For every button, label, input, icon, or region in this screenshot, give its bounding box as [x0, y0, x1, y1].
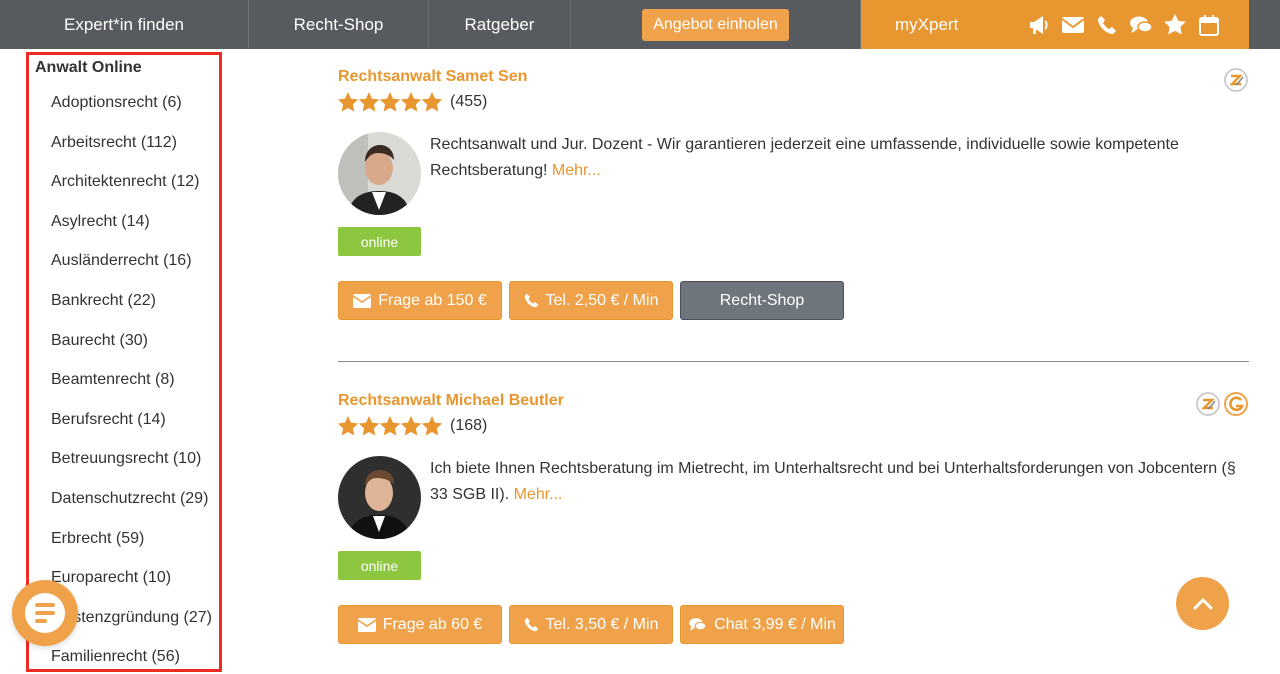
badge-group	[1224, 68, 1248, 92]
chat-label: Chat 3,99 € / Min	[714, 615, 836, 633]
rating-row: (455)	[338, 91, 1248, 113]
lawyer-avatar[interactable]	[338, 132, 421, 215]
nav-expert-finden[interactable]: Expert*in finden	[0, 0, 249, 49]
sidebar-item-familienrecht[interactable]: Familienrecht (56)	[51, 648, 212, 669]
phone-call-button[interactable]: Tel. 2,50 € / Min	[509, 281, 673, 320]
ask-question-button[interactable]: Frage ab 60 €	[338, 605, 502, 644]
top-navigation: Expert*in finden Recht-Shop Ratgeber Ang…	[0, 0, 1280, 49]
phone-call-button[interactable]: Tel. 3,50 € / Min	[509, 605, 673, 644]
rating-row: (168)	[338, 415, 1248, 437]
star-rating	[338, 415, 442, 437]
sidebar-item-bankrecht[interactable]: Bankrecht (22)	[51, 292, 212, 332]
envelope-icon	[357, 617, 376, 632]
sidebar-item-erbrecht[interactable]: Erbrecht (59)	[51, 530, 212, 570]
more-link[interactable]: Mehr...	[552, 162, 601, 179]
lawyer-avatar[interactable]	[338, 456, 421, 539]
lawyer-card: Rechtsanwalt Michael Beutler (168) Ich b…	[338, 392, 1248, 644]
lawyer-card: Rechtsanwalt Samet Sen (455) Rechtsanwal…	[338, 68, 1248, 320]
sidebar-title: Anwalt Online	[35, 59, 142, 76]
nav-recht-shop[interactable]: Recht-Shop	[249, 0, 429, 49]
sidebar-item-baurecht[interactable]: Baurecht (30)	[51, 332, 212, 372]
ask-question-label: Frage ab 60 €	[382, 615, 483, 633]
envelope-icon[interactable]	[1061, 13, 1085, 37]
more-link[interactable]: Mehr...	[514, 486, 563, 503]
online-status-badge: online	[338, 551, 421, 580]
nav-ratgeber[interactable]: Ratgeber	[429, 0, 571, 49]
chat-widget-button[interactable]	[12, 580, 78, 646]
action-buttons: Frage ab 150 € Tel. 2,50 € / Min Recht-S…	[338, 281, 844, 320]
lawyer-name[interactable]: Rechtsanwalt Samet Sen	[338, 68, 527, 86]
sidebar-item-architektenrecht[interactable]: Architektenrecht (12)	[51, 173, 212, 213]
description-text: Rechtsanwalt und Jur. Dozent - Wir garan…	[430, 136, 1179, 179]
five-star-icon	[338, 415, 442, 435]
envelope-icon	[353, 293, 372, 308]
category-sidebar: Anwalt Online Adoptionsrecht (6) Arbeits…	[26, 52, 222, 672]
angebot-einholen-button[interactable]: Angebot einholen	[642, 8, 789, 41]
rating-count: (168)	[450, 417, 488, 434]
g-badge-icon[interactable]	[1224, 392, 1248, 416]
lawyer-description: Ich biete Ihnen Rechtsberatung im Mietre…	[430, 456, 1250, 508]
online-status-badge: online	[338, 227, 421, 256]
phone-icon	[524, 293, 538, 308]
chat-icon	[689, 618, 707, 631]
megaphone-icon[interactable]	[1027, 13, 1051, 37]
ask-question-label: Frage ab 150 €	[378, 291, 487, 309]
chat-button[interactable]: Chat 3,99 € / Min	[680, 605, 844, 644]
recht-shop-label: Recht-Shop	[719, 291, 805, 309]
badge-group	[1196, 392, 1248, 416]
sidebar-item-auslaenderrecht[interactable]: Ausländerrecht (16)	[51, 252, 212, 292]
sidebar-item-berufsrecht[interactable]: Berufsrecht (14)	[51, 411, 212, 451]
phone-icon[interactable]	[1095, 13, 1119, 37]
phone-call-label: Tel. 2,50 € / Min	[545, 291, 659, 309]
rating-count: (455)	[450, 93, 488, 110]
sidebar-item-arbeitsrecht[interactable]: Arbeitsrecht (112)	[51, 134, 212, 174]
chat-icon[interactable]	[1129, 13, 1153, 37]
phone-icon	[524, 617, 538, 632]
star-icon[interactable]	[1163, 13, 1187, 37]
phone-call-label: Tel. 3,50 € / Min	[545, 615, 659, 633]
ask-question-button[interactable]: Frage ab 150 €	[338, 281, 502, 320]
sidebar-item-asylrecht[interactable]: Asylrecht (14)	[51, 213, 212, 253]
nav-icon-group	[1027, 13, 1221, 37]
listing-divider	[338, 361, 1249, 362]
category-list: Adoptionsrecht (6) Arbeitsrecht (112) Ar…	[51, 94, 212, 669]
nav-filler	[1249, 0, 1280, 49]
calendar-icon[interactable]	[1197, 13, 1221, 37]
action-buttons: Frage ab 60 € Tel. 3,50 € / Min Chat 3,9…	[338, 605, 844, 644]
chat-widget-icon	[25, 593, 65, 633]
z-badge-icon[interactable]	[1224, 68, 1248, 92]
z-badge-icon[interactable]	[1196, 392, 1220, 416]
lawyer-description: Rechtsanwalt und Jur. Dozent - Wir garan…	[430, 132, 1250, 184]
sidebar-item-datenschutzrecht[interactable]: Datenschutzrecht (29)	[51, 490, 212, 530]
lawyer-name[interactable]: Rechtsanwalt Michael Beutler	[338, 392, 564, 410]
myxpert-bar: myXpert	[861, 0, 1249, 49]
five-star-icon	[338, 91, 442, 111]
myxpert-link[interactable]: myXpert	[895, 15, 1027, 35]
star-rating	[338, 91, 442, 113]
sidebar-item-betreuungsrecht[interactable]: Betreuungsrecht (10)	[51, 450, 212, 490]
nav-cta-container: Angebot einholen	[571, 0, 861, 49]
sidebar-item-beamtenrecht[interactable]: Beamtenrecht (8)	[51, 371, 212, 411]
scroll-to-top-button[interactable]	[1176, 577, 1229, 630]
chevron-up-icon	[1193, 597, 1212, 609]
sidebar-item-adoptionsrecht[interactable]: Adoptionsrecht (6)	[51, 94, 212, 134]
recht-shop-button[interactable]: Recht-Shop	[680, 281, 844, 320]
